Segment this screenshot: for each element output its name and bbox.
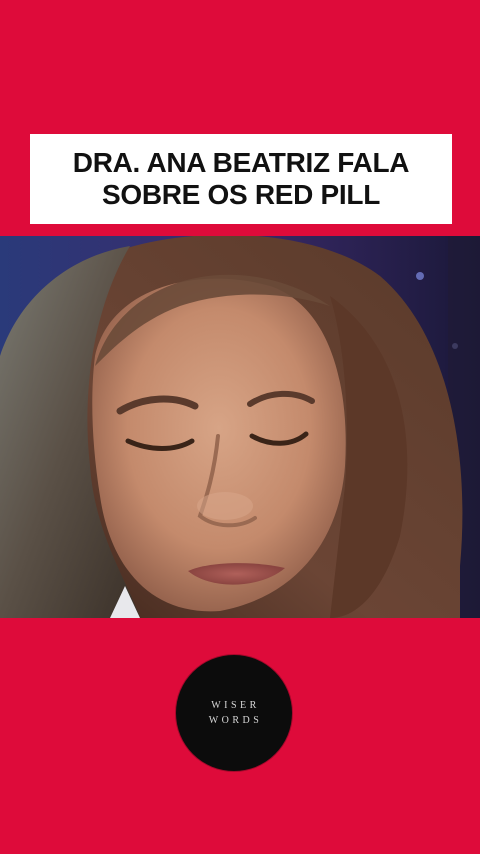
logo-text-line-2: WORDS [208, 715, 263, 726]
caption-line-2: SOBRE OS RED PILL [101, 179, 381, 210]
video-still-image [0, 236, 480, 618]
video-frame[interactable] [0, 236, 480, 618]
caption-box: DRA. ANA BEATRIZ FALA SOBRE OS RED PILL [30, 134, 452, 224]
logo-text-line-1: WISER [211, 700, 260, 711]
wiser-words-logo: WISER WORDS [176, 655, 292, 771]
caption-line-1: DRA. ANA BEATRIZ FALA [72, 147, 410, 178]
